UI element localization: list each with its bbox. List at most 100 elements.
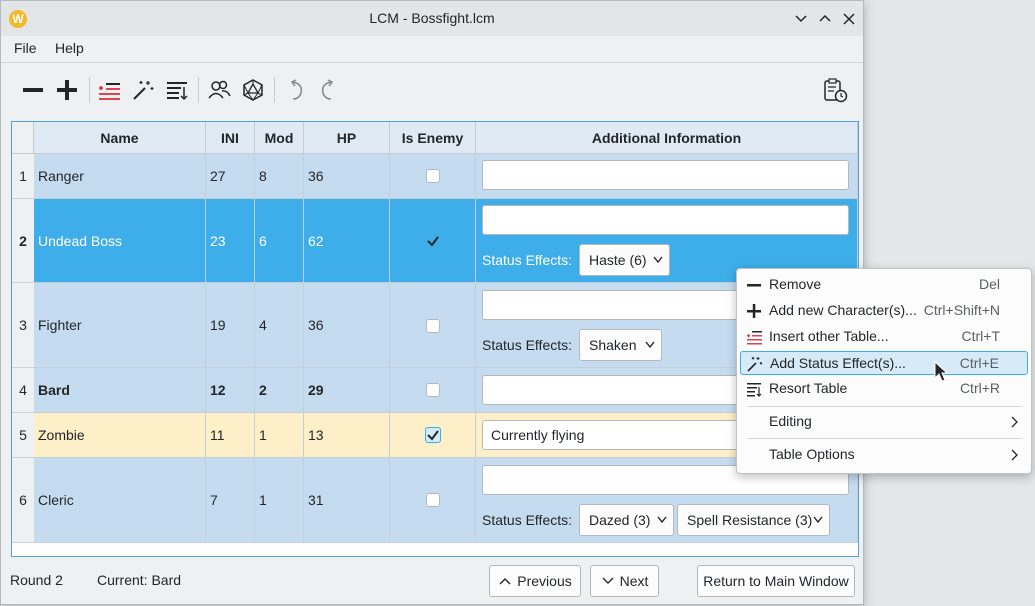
menu-item-insert-table[interactable]: Insert other Table... Ctrl+T [740, 325, 1028, 349]
dice-button[interactable] [237, 74, 269, 106]
add-status-effect-button[interactable] [127, 74, 159, 106]
menu-item-label: Insert other Table... [769, 328, 889, 344]
cell-hp[interactable]: 13 [304, 413, 390, 458]
row-number[interactable]: 5 [12, 413, 34, 458]
enemy-checkbox[interactable] [426, 319, 440, 333]
row-number[interactable]: 4 [12, 368, 34, 413]
cell-hp[interactable]: 62 [304, 199, 390, 283]
cell-hp[interactable]: 36 [304, 154, 390, 199]
chevron-right-icon [1011, 416, 1018, 428]
return-to-main-window-button[interactable]: Return to Main Window [697, 565, 855, 597]
main-window: W LCM - Bossfight.lcm File Help Name INI… [0, 0, 864, 605]
cell-ini[interactable]: 7 [206, 458, 255, 543]
cell-mod[interactable]: 1 [255, 458, 304, 543]
minus-icon [23, 88, 43, 92]
menu-help[interactable]: Help [55, 40, 84, 56]
cell-mod[interactable]: 4 [255, 283, 304, 368]
remove-button[interactable] [17, 74, 49, 106]
status-effect-combo[interactable]: Spell Resistance (3) [677, 504, 830, 536]
timer-button[interactable] [819, 74, 851, 106]
status-effect-value: Haste (6) [589, 252, 647, 268]
resort-button[interactable] [161, 74, 193, 106]
dice-icon [243, 79, 263, 101]
magic-wand-icon [747, 357, 763, 372]
undo-icon [290, 79, 303, 100]
round-label: Round 2 [10, 572, 63, 588]
cell-mod[interactable]: 6 [255, 199, 304, 283]
checkmark-icon[interactable] [426, 234, 440, 248]
magic-wand-icon [133, 81, 154, 100]
cell-hp[interactable]: 31 [304, 458, 390, 543]
maximize-button[interactable] [814, 8, 836, 30]
header-name[interactable]: Name [34, 122, 206, 154]
close-button[interactable] [838, 8, 860, 30]
menu-item-remove[interactable]: Remove Del [740, 273, 1028, 297]
cell-name[interactable]: Zombie [34, 413, 206, 458]
cell-hp[interactable]: 29 [304, 368, 390, 413]
info-input[interactable] [482, 160, 849, 190]
add-button[interactable] [51, 74, 83, 106]
cell-mod[interactable]: 2 [255, 368, 304, 413]
status-effect-combo[interactable]: Shaken [579, 329, 662, 361]
cell-hp[interactable]: 36 [304, 283, 390, 368]
title-bar: W LCM - Bossfight.lcm [1, 1, 863, 36]
menu-item-shortcut: Del [978, 276, 1000, 292]
header-hp[interactable]: HP [304, 122, 390, 154]
header-additional-info[interactable]: Additional Information [476, 122, 858, 154]
undo-button[interactable] [279, 74, 311, 106]
menu-item-add-character[interactable]: Add new Character(s)... Ctrl+Shift+N [740, 299, 1028, 323]
previous-label: Previous [517, 573, 572, 589]
cell-mod[interactable]: 1 [255, 413, 304, 458]
current-label: Current: Bard [97, 572, 182, 588]
cell-ini[interactable]: 27 [206, 154, 255, 199]
cell-ini[interactable]: 19 [206, 283, 255, 368]
character-table: Name INI Mod HP Is Enemy Additional Info… [11, 121, 859, 557]
row-number[interactable]: 3 [12, 283, 34, 368]
cell-name[interactable]: Undead Boss [34, 199, 206, 283]
menu-item-editing[interactable]: Editing [740, 410, 1028, 434]
characters-button[interactable] [203, 74, 235, 106]
enemy-checkbox[interactable] [425, 427, 441, 443]
close-icon [843, 13, 855, 25]
previous-button[interactable]: Previous [489, 565, 581, 597]
row-number[interactable]: 1 [12, 154, 34, 199]
insert-table-icon [99, 83, 120, 100]
menu-item-label: Editing [769, 413, 812, 429]
chevron-up-icon [499, 578, 511, 585]
row-number[interactable]: 2 [12, 199, 34, 283]
mouse-cursor-icon [934, 361, 948, 382]
header-mod[interactable]: Mod [255, 122, 304, 154]
toolbar-separator [198, 77, 199, 103]
info-input[interactable] [482, 205, 849, 235]
users-icon [208, 80, 231, 99]
cell-name[interactable]: Bard [34, 368, 206, 413]
status-effect-combo[interactable]: Dazed (3) [579, 504, 674, 536]
enemy-checkbox[interactable] [426, 383, 440, 397]
insert-table-button[interactable] [93, 74, 125, 106]
menu-item-table-options[interactable]: Table Options [740, 443, 1028, 467]
enemy-checkbox[interactable] [426, 169, 440, 183]
cell-name[interactable]: Fighter [34, 283, 206, 368]
cell-mod[interactable]: 8 [255, 154, 304, 199]
cell-ini[interactable]: 23 [206, 199, 255, 283]
header-ini[interactable]: INI [206, 122, 255, 154]
cell-ini[interactable]: 11 [206, 413, 255, 458]
enemy-checkbox[interactable] [426, 493, 440, 507]
row-number[interactable]: 6 [12, 458, 34, 543]
sort-icon [747, 383, 762, 397]
menu-item-label: Remove [769, 276, 822, 292]
redo-button[interactable] [313, 74, 345, 106]
status-bar: Round 2 Current: Bard Previous Next Retu… [1, 559, 863, 604]
menu-separator [747, 406, 1023, 407]
cell-name[interactable]: Ranger [34, 154, 206, 199]
status-effect-combo[interactable]: Haste (6) [579, 244, 670, 276]
header-is-enemy[interactable]: Is Enemy [390, 122, 476, 154]
minimize-button[interactable] [790, 8, 812, 30]
next-button[interactable]: Next [590, 565, 659, 597]
menu-file[interactable]: File [14, 40, 37, 56]
cell-ini[interactable]: 12 [206, 368, 255, 413]
cell-name[interactable]: Cleric [34, 458, 206, 543]
toolbar [1, 63, 863, 119]
menu-item-resort-table[interactable]: Resort Table Ctrl+R [740, 377, 1028, 401]
menu-item-add-status-effect[interactable]: Add Status Effect(s)... Ctrl+E [740, 351, 1028, 375]
